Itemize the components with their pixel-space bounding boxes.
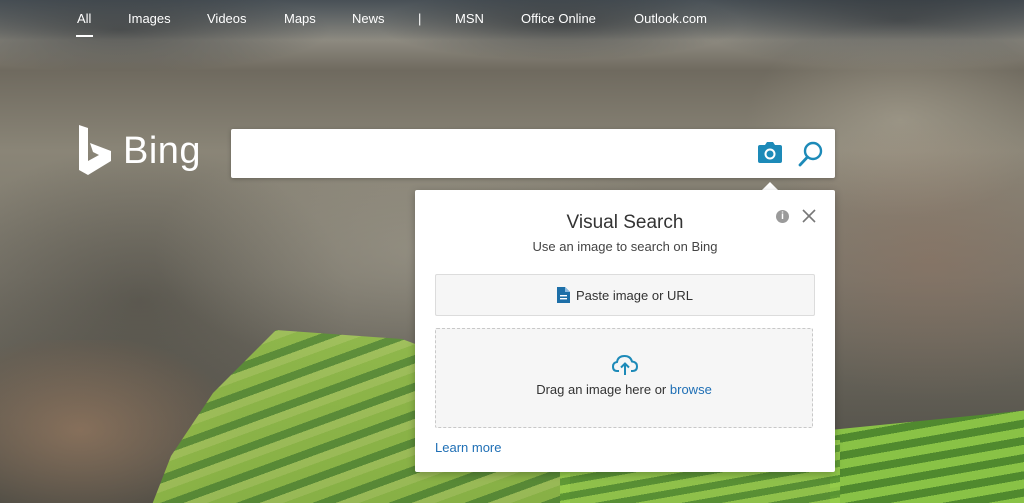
top-navigation: All Images Videos Maps News | MSN Office… bbox=[0, 0, 1024, 40]
paste-image-or-url-button[interactable]: Paste image or URL bbox=[435, 274, 815, 316]
visual-search-subtitle: Use an image to search on Bing bbox=[532, 239, 718, 254]
bing-logo-icon bbox=[79, 125, 111, 175]
bing-logo-text: Bing bbox=[123, 130, 202, 172]
paste-image-label: Paste image or URL bbox=[575, 288, 694, 303]
nav-outlook[interactable]: Outlook.com bbox=[634, 11, 707, 26]
visual-search-title: Visual Search bbox=[566, 212, 684, 233]
cloud-upload-icon bbox=[612, 354, 638, 375]
nav-videos[interactable]: Videos bbox=[207, 11, 247, 26]
drop-zone-label: Drag an image here or bbox=[536, 382, 667, 397]
learn-more-link[interactable]: Learn more bbox=[435, 440, 501, 455]
nav-active-indicator bbox=[76, 35, 93, 37]
close-icon bbox=[802, 209, 816, 223]
search-icon bbox=[798, 141, 823, 167]
visual-search-panel: Visual Search Use an image to search on … bbox=[415, 190, 835, 472]
info-icon[interactable]: i bbox=[776, 210, 789, 223]
close-button[interactable] bbox=[801, 208, 817, 224]
browse-link[interactable]: browse bbox=[670, 382, 712, 397]
nav-news[interactable]: News bbox=[352, 11, 385, 26]
nav-office-online[interactable]: Office Online bbox=[521, 11, 596, 26]
nav-maps[interactable]: Maps bbox=[284, 11, 316, 26]
nav-images[interactable]: Images bbox=[128, 11, 171, 26]
visual-search-button[interactable] bbox=[757, 141, 783, 165]
image-drop-zone[interactable]: Drag an image here or browse bbox=[435, 328, 813, 428]
nav-separator: | bbox=[418, 11, 422, 26]
camera-icon bbox=[758, 142, 782, 163]
document-icon bbox=[556, 287, 570, 303]
search-button[interactable] bbox=[797, 140, 825, 168]
nav-all[interactable]: All bbox=[77, 11, 91, 26]
drop-zone-text: Drag an image here or browse bbox=[436, 382, 812, 397]
search-input[interactable] bbox=[245, 139, 749, 169]
search-box bbox=[231, 129, 835, 178]
nav-msn[interactable]: MSN bbox=[455, 11, 484, 26]
bing-logo[interactable]: Bing bbox=[77, 124, 207, 178]
